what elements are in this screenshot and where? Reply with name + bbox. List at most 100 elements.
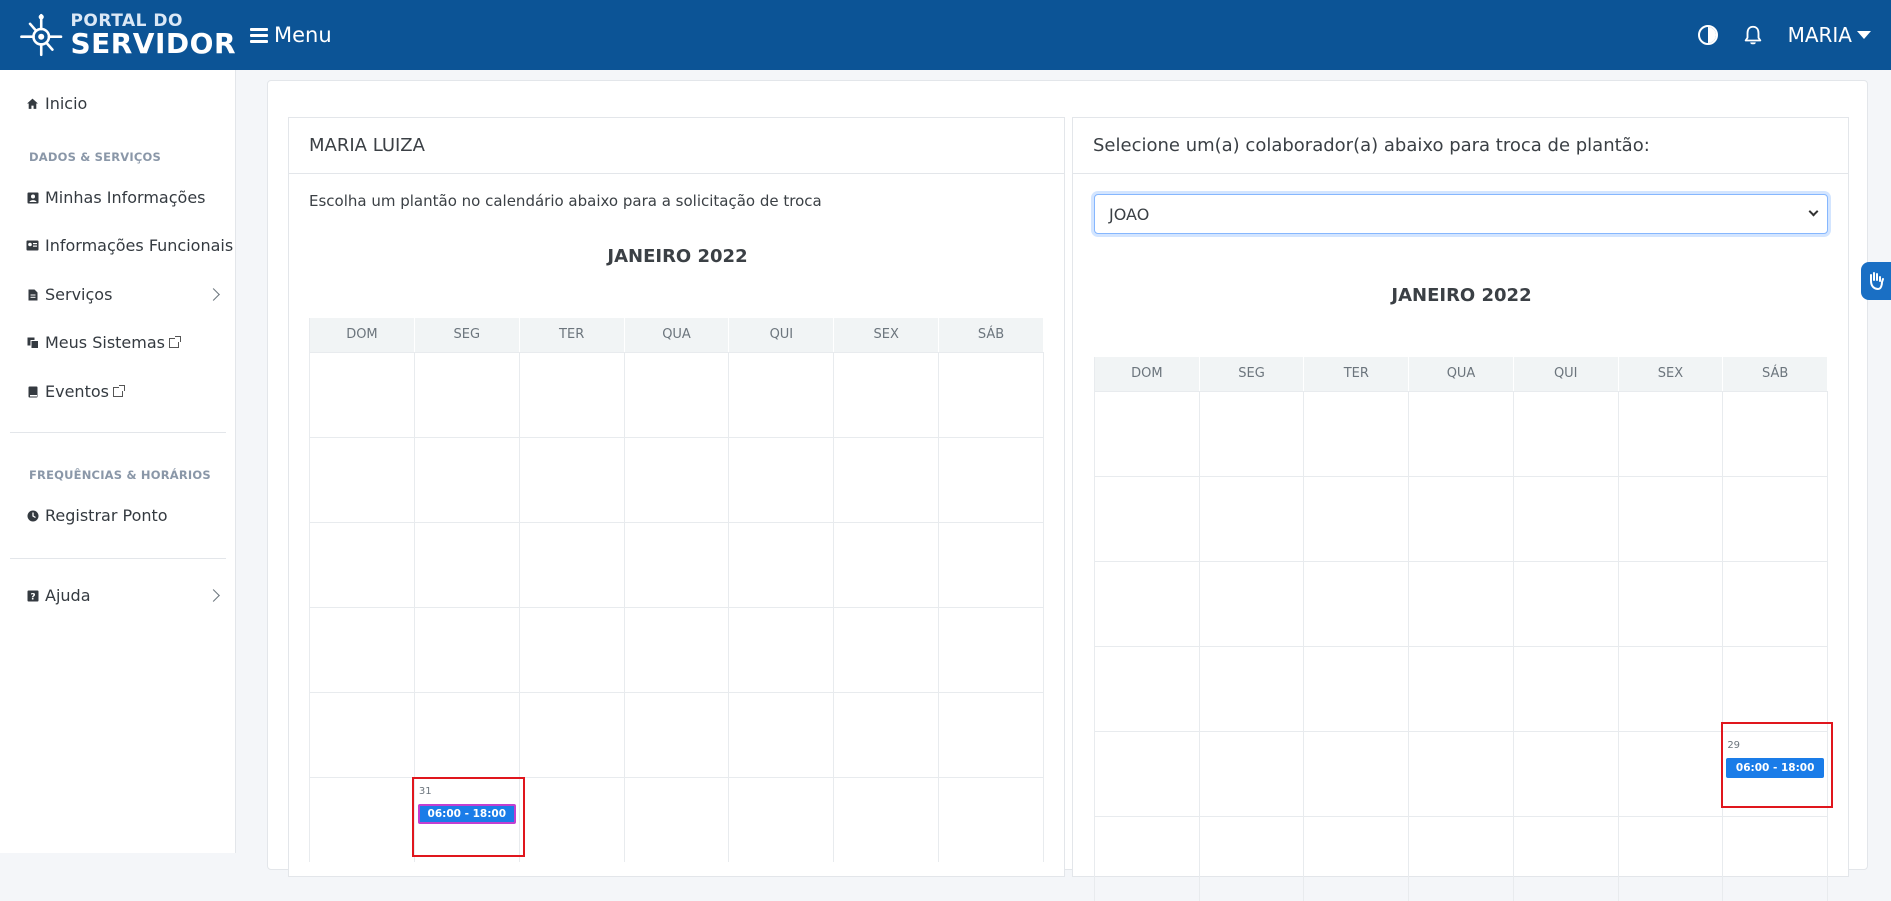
bell-icon[interactable] [1742,24,1764,46]
day-cell[interactable] [1409,477,1514,561]
day-cell[interactable] [1304,477,1410,561]
day-cell[interactable] [939,608,1045,692]
day-cell[interactable] [939,523,1045,607]
contrast-icon[interactable] [1697,25,1718,45]
day-cell[interactable] [1514,732,1619,816]
day-cell[interactable] [520,438,625,522]
day-cell[interactable] [1723,647,1829,731]
day-cell[interactable] [834,693,940,777]
day-cell[interactable] [1514,562,1619,646]
colleague-select[interactable]: JOAO [1094,194,1828,234]
day-cell[interactable] [625,523,730,607]
day-cell[interactable] [625,693,730,777]
day-cell[interactable] [520,778,625,862]
day-cell[interactable] [1619,562,1724,646]
day-cell[interactable] [625,438,730,522]
sidebar-item-register-clock[interactable]: Registrar Ponto [26,506,168,525]
day-cell[interactable] [1200,392,1305,476]
day-cell[interactable] [1723,562,1829,646]
day-cell[interactable] [1095,562,1200,646]
day-cell[interactable] [939,693,1045,777]
day-cell[interactable] [625,353,730,437]
day-cell[interactable] [1409,732,1514,816]
day-cell[interactable] [520,523,625,607]
day-cell[interactable] [729,438,835,522]
day-cell[interactable] [1723,477,1829,561]
day-cell[interactable] [415,353,520,437]
day-cell[interactable] [1095,647,1200,731]
day-cell[interactable] [1304,732,1410,816]
day-cell[interactable] [1409,647,1514,731]
day-cell[interactable] [729,778,835,862]
day-cell[interactable] [1095,477,1200,561]
sidebar-item-my-info[interactable]: Minhas Informações [26,188,206,207]
day-cell[interactable] [1200,732,1305,816]
weekday-header: DOM SEG TER QUA QUI SEX SÁB [310,318,1045,352]
day-cell[interactable] [1409,817,1514,901]
portal-logo[interactable]: PORTAL DO SERVIDOR [0,0,236,70]
sidebar-item-events[interactable]: Eventos [26,382,125,401]
sidebar-item-help[interactable]: ? Ajuda [26,586,220,605]
day-cell[interactable] [625,778,730,862]
day-cell[interactable] [1409,562,1514,646]
day-cell[interactable] [1304,817,1410,901]
weekday-label: SEG [1200,357,1305,391]
day-cell[interactable] [1619,392,1724,476]
day-cell[interactable] [1514,477,1619,561]
day-cell[interactable] [1619,817,1724,901]
sidebar-item-functional-info[interactable]: Informações Funcionais [26,236,233,255]
day-cell[interactable] [1095,732,1200,816]
day-cell[interactable] [1619,732,1724,816]
day-cell[interactable] [310,778,415,862]
day-cell[interactable] [834,523,940,607]
day-cell[interactable] [520,693,625,777]
day-cell[interactable] [1619,647,1724,731]
day-cell[interactable] [1514,647,1619,731]
day-cell[interactable] [834,438,940,522]
day-cell[interactable] [1723,817,1829,901]
day-cell[interactable] [834,778,940,862]
day-cell[interactable] [939,353,1045,437]
day-cell[interactable] [310,438,415,522]
user-menu-button[interactable]: MARIA [1788,23,1871,47]
day-cell[interactable] [310,693,415,777]
highlight-box [412,777,525,857]
day-cell[interactable] [310,608,415,692]
day-cell[interactable] [1514,392,1619,476]
day-cell[interactable] [625,608,730,692]
day-cell[interactable] [729,693,835,777]
day-cell[interactable] [1514,817,1619,901]
day-cell[interactable] [1304,392,1410,476]
day-cell[interactable] [520,608,625,692]
sidebar-item-home[interactable]: Inicio [26,94,87,113]
day-cell[interactable] [520,353,625,437]
day-cell[interactable] [939,438,1045,522]
sidebar-item-my-systems[interactable]: Meus Sistemas [26,333,181,352]
day-cell[interactable] [310,353,415,437]
day-cell[interactable] [310,523,415,607]
day-cell[interactable] [729,523,835,607]
menu-toggle-button[interactable]: Menu [250,23,332,47]
day-cell[interactable] [415,608,520,692]
day-cell[interactable] [415,693,520,777]
day-cell[interactable] [834,608,940,692]
day-cell[interactable] [729,353,835,437]
day-cell[interactable] [1409,392,1514,476]
sidebar-item-services[interactable]: Serviços [26,285,220,304]
day-cell[interactable] [1095,392,1200,476]
day-cell[interactable] [1304,562,1410,646]
day-cell[interactable] [1304,647,1410,731]
day-cell[interactable] [1200,562,1305,646]
accessibility-hand-icon[interactable] [1861,262,1891,300]
day-cell[interactable] [939,778,1045,862]
day-cell[interactable] [1200,817,1305,901]
day-cell[interactable] [415,523,520,607]
day-cell[interactable] [834,353,940,437]
day-cell[interactable] [1095,817,1200,901]
day-cell[interactable] [1619,477,1724,561]
day-cell[interactable] [1200,477,1305,561]
day-cell[interactable] [415,438,520,522]
day-cell[interactable] [1723,392,1829,476]
day-cell[interactable] [729,608,835,692]
day-cell[interactable] [1200,647,1305,731]
